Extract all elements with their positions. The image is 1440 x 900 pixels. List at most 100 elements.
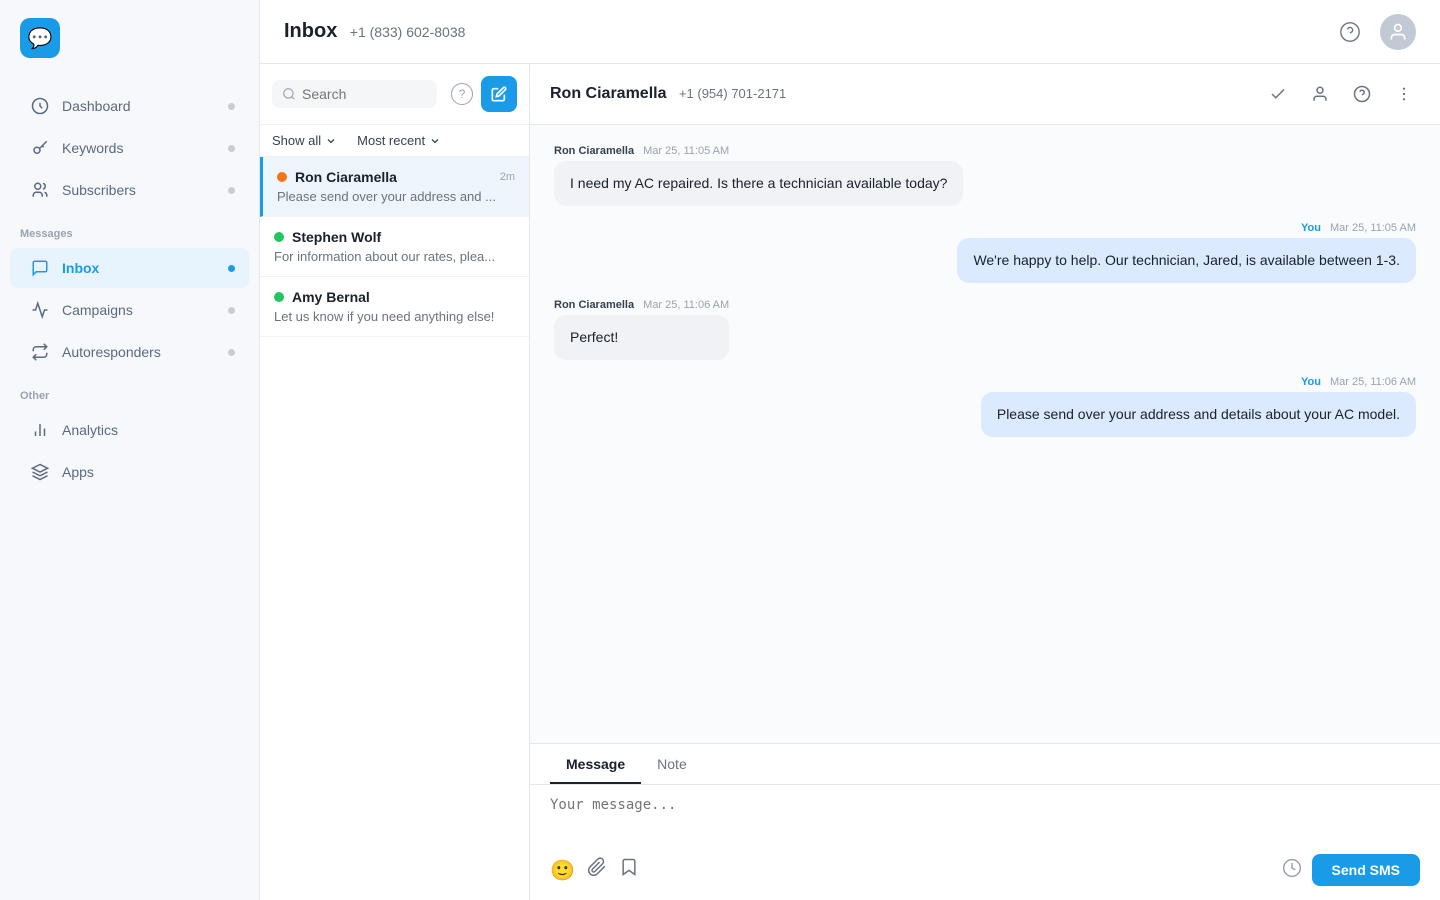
analytics-icon bbox=[30, 420, 50, 440]
msg-time-1: Mar 25, 11:05 AM bbox=[643, 145, 729, 157]
resolve-button[interactable] bbox=[1262, 78, 1294, 110]
conversation-item-amy[interactable]: Amy Bernal Let us know if you need anyth… bbox=[260, 277, 529, 337]
sidebar-item-dashboard-dot bbox=[228, 103, 235, 110]
sidebar: 💬 Dashboard Keywords Subscribers M bbox=[0, 0, 260, 900]
content-area: ? Show all Most recent bbox=[260, 64, 1440, 900]
attachment-button[interactable] bbox=[587, 857, 607, 883]
message-input[interactable] bbox=[550, 797, 1420, 829]
sidebar-item-autoresponders[interactable]: Autoresponders bbox=[10, 332, 249, 372]
schedule-button[interactable] bbox=[1282, 858, 1302, 883]
conv-name-ron: Ron Ciaramella bbox=[277, 169, 397, 185]
header-phone: +1 (833) 602-8038 bbox=[350, 24, 466, 40]
conv-item-header-ron: Ron Ciaramella 2m bbox=[277, 169, 515, 185]
conv-time-ron: 2m bbox=[500, 171, 515, 183]
search-help-icon[interactable]: ? bbox=[451, 83, 473, 105]
chat-contact-info: Ron Ciaramella +1 (954) 701-2171 bbox=[550, 85, 786, 103]
chat-actions bbox=[1262, 78, 1420, 110]
subscribers-icon bbox=[30, 180, 50, 200]
autoresponders-icon bbox=[30, 342, 50, 362]
chat-contact-name: Ron Ciaramella bbox=[550, 85, 666, 102]
chat-header: Ron Ciaramella +1 (954) 701-2171 bbox=[530, 64, 1440, 125]
status-dot-amy bbox=[274, 292, 284, 302]
search-input[interactable] bbox=[302, 86, 427, 102]
sidebar-item-autoresponders-label: Autoresponders bbox=[62, 344, 161, 360]
sidebar-item-apps[interactable]: Apps bbox=[10, 452, 249, 492]
send-area: Send SMS bbox=[1282, 854, 1420, 886]
sidebar-item-keywords-label: Keywords bbox=[62, 140, 123, 156]
status-dot-ron bbox=[277, 172, 287, 182]
conv-preview-ron: Please send over your address and ... bbox=[277, 189, 515, 204]
tab-note[interactable]: Note bbox=[641, 744, 703, 784]
help-chat-button[interactable] bbox=[1346, 78, 1378, 110]
msg-sender-4: You bbox=[1301, 376, 1321, 388]
filter-bar: Show all Most recent bbox=[260, 125, 529, 157]
sidebar-item-subscribers-label: Subscribers bbox=[62, 182, 136, 198]
input-tools: 🙂 bbox=[550, 857, 639, 883]
conv-item-header-amy: Amy Bernal bbox=[274, 289, 515, 305]
conv-name-stephen: Stephen Wolf bbox=[274, 229, 381, 245]
sidebar-item-keywords-dot bbox=[228, 145, 235, 152]
msg-bubble-3: Perfect! bbox=[554, 315, 729, 360]
msg-meta-3: Ron Ciaramella Mar 25, 11:06 AM bbox=[554, 299, 729, 311]
search-input-wrap bbox=[272, 80, 437, 108]
messages-area: Ron Ciaramella Mar 25, 11:05 AM I need m… bbox=[530, 125, 1440, 743]
input-toolbar: 🙂 Send SMS bbox=[530, 846, 1440, 900]
sidebar-item-subscribers-dot bbox=[228, 187, 235, 194]
input-area: Message Note 🙂 bbox=[530, 743, 1440, 900]
sidebar-item-inbox[interactable]: Inbox bbox=[10, 248, 249, 288]
sidebar-item-dashboard-label: Dashboard bbox=[62, 98, 131, 114]
key-icon bbox=[30, 138, 50, 158]
message-1: Ron Ciaramella Mar 25, 11:05 AM I need m… bbox=[554, 145, 963, 206]
msg-meta-4: You Mar 25, 11:06 AM bbox=[981, 376, 1416, 388]
msg-sender-1: Ron Ciaramella bbox=[554, 145, 634, 157]
sidebar-item-apps-label: Apps bbox=[62, 464, 94, 480]
send-sms-button[interactable]: Send SMS bbox=[1312, 854, 1420, 886]
sidebar-item-campaigns[interactable]: Campaigns bbox=[10, 290, 249, 330]
conversation-items: Ron Ciaramella 2m Please send over your … bbox=[260, 157, 529, 900]
conversation-list: ? Show all Most recent bbox=[260, 64, 530, 900]
status-dot-stephen bbox=[274, 232, 284, 242]
most-recent-label: Most recent bbox=[357, 133, 425, 148]
messages-section-label: Messages bbox=[0, 212, 259, 246]
logo-area: 💬 bbox=[0, 0, 259, 76]
conv-preview-amy: Let us know if you need anything else! bbox=[274, 309, 515, 324]
sidebar-nav: Dashboard Keywords Subscribers Messages … bbox=[0, 76, 259, 502]
sidebar-item-analytics[interactable]: Analytics bbox=[10, 410, 249, 450]
sidebar-item-inbox-dot bbox=[228, 265, 235, 272]
emoji-button[interactable]: 🙂 bbox=[550, 857, 575, 883]
input-tabs: Message Note bbox=[530, 744, 1440, 785]
show-all-filter[interactable]: Show all bbox=[272, 133, 337, 148]
msg-bubble-4: Please send over your address and detail… bbox=[981, 392, 1416, 437]
top-header: Inbox +1 (833) 602-8038 bbox=[260, 0, 1440, 64]
app-logo: 💬 bbox=[20, 18, 60, 58]
show-all-label: Show all bbox=[272, 133, 321, 148]
chat-contact-phone: +1 (954) 701-2171 bbox=[679, 86, 786, 101]
msg-bubble-1: I need my AC repaired. Is there a techni… bbox=[554, 161, 963, 206]
contact-button[interactable] bbox=[1304, 78, 1336, 110]
more-options-button[interactable] bbox=[1388, 78, 1420, 110]
input-field-wrap bbox=[530, 785, 1440, 846]
sidebar-item-keywords[interactable]: Keywords bbox=[10, 128, 249, 168]
tab-message[interactable]: Message bbox=[550, 744, 641, 784]
message-3: Ron Ciaramella Mar 25, 11:06 AM Perfect! bbox=[554, 299, 729, 360]
sidebar-item-inbox-label: Inbox bbox=[62, 260, 99, 276]
most-recent-filter[interactable]: Most recent bbox=[357, 133, 441, 148]
msg-sender-3: Ron Ciaramella bbox=[554, 299, 634, 311]
sidebar-item-subscribers[interactable]: Subscribers bbox=[10, 170, 249, 210]
conversation-item-ron[interactable]: Ron Ciaramella 2m Please send over your … bbox=[260, 157, 529, 217]
msg-meta-2: You Mar 25, 11:05 AM bbox=[957, 222, 1416, 234]
compose-button[interactable] bbox=[481, 76, 517, 112]
bookmark-button[interactable] bbox=[619, 857, 639, 883]
dashboard-icon bbox=[30, 96, 50, 116]
other-section-label: Other bbox=[0, 374, 259, 408]
msg-meta-1: Ron Ciaramella Mar 25, 11:05 AM bbox=[554, 145, 963, 157]
sidebar-item-campaigns-dot bbox=[228, 307, 235, 314]
help-button[interactable] bbox=[1332, 14, 1368, 50]
header-title-area: Inbox +1 (833) 602-8038 bbox=[284, 20, 465, 43]
conversation-item-stephen[interactable]: Stephen Wolf For information about our r… bbox=[260, 217, 529, 277]
header-actions bbox=[1332, 14, 1416, 50]
sidebar-item-dashboard[interactable]: Dashboard bbox=[10, 86, 249, 126]
user-avatar[interactable] bbox=[1380, 14, 1416, 50]
campaigns-icon bbox=[30, 300, 50, 320]
msg-time-4: Mar 25, 11:06 AM bbox=[1330, 376, 1416, 388]
